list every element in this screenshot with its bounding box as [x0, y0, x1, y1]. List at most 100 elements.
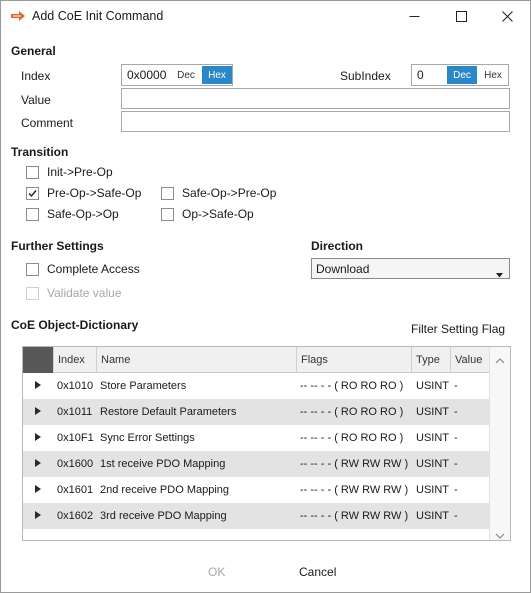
- comment-input[interactable]: [121, 111, 510, 132]
- complete-access-option[interactable]: Complete Access: [26, 262, 140, 276]
- dialog-window: Add CoE Init Command General Index 0x000…: [0, 0, 531, 593]
- column-header-name[interactable]: Name: [96, 347, 296, 373]
- grid-header: Index Name Flags Type Value: [23, 347, 489, 373]
- window-title: Add CoE Init Command: [32, 9, 164, 23]
- row-index: 0x1602: [57, 510, 94, 522]
- expand-arrow-icon[interactable]: [35, 485, 41, 493]
- checkbox-label: Safe-Op->Op: [47, 207, 119, 221]
- value-label: Value: [21, 93, 51, 107]
- row-name: Sync Error Settings: [100, 432, 195, 444]
- checkbox[interactable]: [26, 262, 39, 276]
- row-name: 3rd receive PDO Mapping: [100, 510, 227, 522]
- row-type: USINT: [416, 484, 449, 496]
- row-value: -: [454, 432, 458, 444]
- table-row[interactable]: 0x1011 Restore Default Parameters -- -- …: [23, 399, 489, 425]
- row-type: USINT: [416, 380, 449, 392]
- row-value: -: [454, 406, 458, 418]
- column-header-flags[interactable]: Flags: [296, 347, 411, 373]
- column-header-index[interactable]: Index: [53, 347, 96, 373]
- row-flags: -- -- - - ( RO RO RO ): [300, 406, 404, 418]
- row-index: 0x1010: [57, 380, 94, 392]
- checkbox-checked[interactable]: [26, 186, 39, 200]
- table-row[interactable]: 0x10F1 Sync Error Settings -- -- - - ( R…: [23, 425, 489, 451]
- chevron-down-icon: [496, 267, 503, 281]
- general-heading: General: [11, 44, 56, 58]
- row-index: 0x1011: [57, 406, 93, 418]
- column-header-type[interactable]: Type: [411, 347, 450, 373]
- further-settings-heading: Further Settings: [11, 239, 104, 253]
- value-input[interactable]: [121, 88, 510, 109]
- checkbox-label: Complete Access: [47, 262, 140, 276]
- index-field: 0x0000 Dec Hex: [121, 64, 233, 86]
- subindex-input[interactable]: 0: [417, 68, 424, 82]
- column-header-value[interactable]: Value: [450, 347, 489, 373]
- row-value: -: [454, 380, 458, 392]
- transition-heading: Transition: [11, 145, 69, 159]
- row-index: 0x1601: [57, 484, 94, 496]
- row-value: -: [454, 458, 458, 470]
- validate-value-option: Validate value: [26, 286, 122, 300]
- subindex-field: 0 Dec Hex: [411, 64, 509, 86]
- expand-arrow-icon[interactable]: [35, 433, 41, 441]
- filter-setting-flag[interactable]: Filter Setting Flag: [411, 322, 505, 336]
- expand-arrow-icon[interactable]: [35, 459, 41, 467]
- row-name: 2nd receive PDO Mapping: [100, 484, 230, 496]
- transition-op-safeop[interactable]: Op->Safe-Op: [161, 207, 254, 221]
- row-index: 0x1600: [57, 458, 94, 470]
- row-type: USINT: [416, 510, 449, 522]
- row-value: -: [454, 510, 458, 522]
- row-name: Store Parameters: [100, 380, 187, 392]
- row-name: Restore Default Parameters: [100, 406, 237, 418]
- expand-arrow-icon[interactable]: [35, 407, 41, 415]
- table-row[interactable]: 0x1600 1st receive PDO Mapping -- -- - -…: [23, 451, 489, 477]
- ok-button[interactable]: OK: [208, 565, 225, 579]
- direction-heading: Direction: [311, 239, 364, 253]
- close-button[interactable]: [484, 1, 530, 32]
- object-dictionary-grid: Index Name Flags Type Value 0x1010 Store…: [22, 346, 511, 541]
- direction-selected-value: Download: [316, 262, 370, 276]
- comment-label: Comment: [21, 116, 74, 130]
- vertical-scrollbar[interactable]: [489, 347, 510, 540]
- checkbox-label: Op->Safe-Op: [182, 207, 254, 221]
- checkbox-label: Validate value: [47, 286, 122, 300]
- row-type: USINT: [416, 406, 449, 418]
- checkbox[interactable]: [26, 207, 39, 221]
- table-row[interactable]: 0x1601 2nd receive PDO Mapping -- -- - -…: [23, 477, 489, 503]
- row-name: 1st receive PDO Mapping: [100, 458, 226, 470]
- checkbox[interactable]: [26, 165, 39, 179]
- scroll-down-icon[interactable]: [495, 528, 505, 540]
- title-bar: Add CoE Init Command: [1, 1, 530, 33]
- table-row[interactable]: 0x1602 3rd receive PDO Mapping -- -- - -…: [23, 503, 489, 529]
- checkbox[interactable]: [161, 207, 174, 221]
- index-input[interactable]: 0x0000: [127, 68, 166, 82]
- cancel-button[interactable]: Cancel: [299, 565, 336, 579]
- row-flags: -- -- - - ( RW RW RW ): [300, 510, 409, 522]
- row-value: -: [454, 484, 458, 496]
- transition-safeop-preop[interactable]: Safe-Op->Pre-Op: [161, 186, 276, 200]
- table-row[interactable]: 0x1010 Store Parameters -- -- - - ( RO R…: [23, 373, 489, 399]
- coe-dictionary-heading: CoE Object-Dictionary: [11, 318, 139, 332]
- index-dec-toggle[interactable]: Dec: [171, 66, 201, 84]
- expand-arrow-icon[interactable]: [35, 381, 41, 389]
- subindex-hex-toggle[interactable]: Hex: [478, 66, 508, 84]
- scroll-up-icon[interactable]: [495, 353, 505, 367]
- direction-dropdown[interactable]: Download: [311, 258, 510, 279]
- minimize-icon: [409, 16, 419, 17]
- index-hex-toggle[interactable]: Hex: [202, 66, 232, 84]
- row-index: 0x10F1: [57, 432, 94, 444]
- transition-preop-safeop[interactable]: Pre-Op->Safe-Op: [26, 186, 141, 200]
- minimize-button[interactable]: [391, 1, 437, 32]
- index-label: Index: [21, 69, 51, 83]
- maximize-button[interactable]: [438, 1, 484, 32]
- transition-init-preop[interactable]: Init->Pre-Op: [26, 165, 113, 179]
- expand-arrow-icon[interactable]: [35, 511, 41, 519]
- row-type: USINT: [416, 432, 449, 444]
- checkbox-disabled: [26, 286, 39, 300]
- checkbox[interactable]: [161, 186, 174, 200]
- subindex-dec-toggle[interactable]: Dec: [447, 66, 477, 84]
- checkbox-label: Init->Pre-Op: [47, 165, 113, 179]
- double-arrow-icon: [10, 9, 26, 23]
- row-flags: -- -- - - ( RO RO RO ): [300, 380, 404, 392]
- subindex-label: SubIndex: [340, 69, 391, 83]
- transition-safeop-op[interactable]: Safe-Op->Op: [26, 207, 119, 221]
